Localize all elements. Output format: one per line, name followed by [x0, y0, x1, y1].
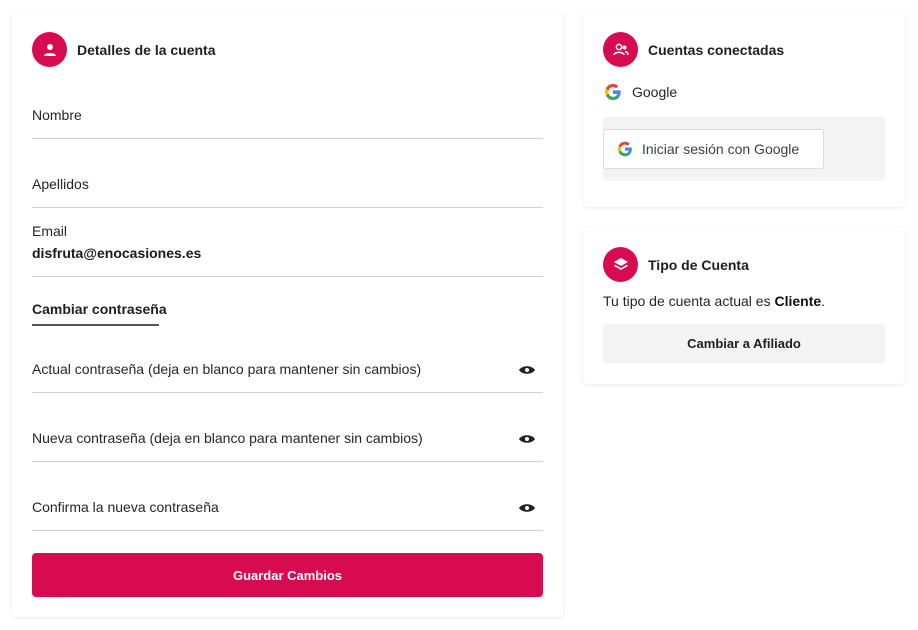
google-icon — [617, 141, 632, 157]
new-password-label: Nueva contraseña (deja en blanco para ma… — [32, 430, 423, 446]
connected-accounts-title: Cuentas conectadas — [648, 41, 785, 58]
tab-change-password[interactable]: Cambiar contraseña — [32, 301, 167, 317]
account-type-text: Tu tipo de cuenta actual es Cliente. — [603, 293, 825, 309]
last-name-label: Apellidos — [32, 176, 89, 192]
current-password-field[interactable]: Actual contraseña (deja en blanco para m… — [32, 349, 543, 393]
user-icon — [32, 32, 67, 67]
eye-icon[interactable] — [519, 503, 535, 513]
email-label: Email — [32, 223, 68, 239]
email-field[interactable]: Email disfruta@enocasiones.es — [32, 219, 543, 277]
email-value: disfruta@enocasiones.es — [32, 245, 202, 261]
google-icon — [605, 84, 621, 100]
connected-accounts-header: Cuentas conectadas — [603, 32, 784, 67]
confirm-password-label: Confirma la nueva contraseña — [32, 499, 219, 515]
layers-icon — [603, 247, 638, 282]
google-signin-label: Iniciar sesión con Google — [642, 141, 800, 157]
account-type-suffix: . — [821, 293, 826, 309]
confirm-password-field[interactable]: Confirma la nueva contraseña — [32, 487, 543, 531]
account-details-title: Detalles de la cuenta — [77, 41, 216, 58]
last-name-field[interactable]: Apellidos — [32, 164, 543, 208]
account-details-header: Detalles de la cuenta — [32, 32, 216, 67]
switch-to-affiliate-button[interactable]: Cambiar a Afiliado — [603, 324, 885, 363]
users-icon — [603, 32, 638, 67]
new-password-field[interactable]: Nueva contraseña (deja en blanco para ma… — [32, 418, 543, 462]
current-password-label: Actual contraseña (deja en blanco para m… — [32, 361, 422, 377]
google-provider-label: Google — [632, 84, 678, 100]
current-account-type: Cliente — [774, 293, 822, 309]
connected-accounts-card: Cuentas conectadas Google Iniciar sesión… — [583, 12, 905, 207]
account-details-card: Detalles de la cuenta Nombre Apellidos E… — [12, 12, 563, 617]
google-signin-panel: Iniciar sesión con Google — [603, 117, 885, 181]
first-name-label: Nombre — [32, 107, 82, 123]
tab-underline — [32, 324, 159, 326]
account-type-prefix: Tu tipo de cuenta actual es — [603, 293, 775, 309]
eye-icon[interactable] — [519, 434, 535, 444]
google-signin-button[interactable]: Iniciar sesión con Google — [603, 129, 824, 169]
google-provider-row: Google — [603, 82, 677, 102]
account-type-header: Tipo de Cuenta — [603, 247, 749, 282]
first-name-field[interactable]: Nombre — [32, 95, 543, 139]
account-type-title: Tipo de Cuenta — [648, 256, 749, 273]
account-type-card: Tipo de Cuenta Tu tipo de cuenta actual … — [583, 227, 905, 384]
eye-icon[interactable] — [519, 365, 535, 375]
save-changes-button[interactable]: Guardar Cambios — [32, 553, 543, 597]
